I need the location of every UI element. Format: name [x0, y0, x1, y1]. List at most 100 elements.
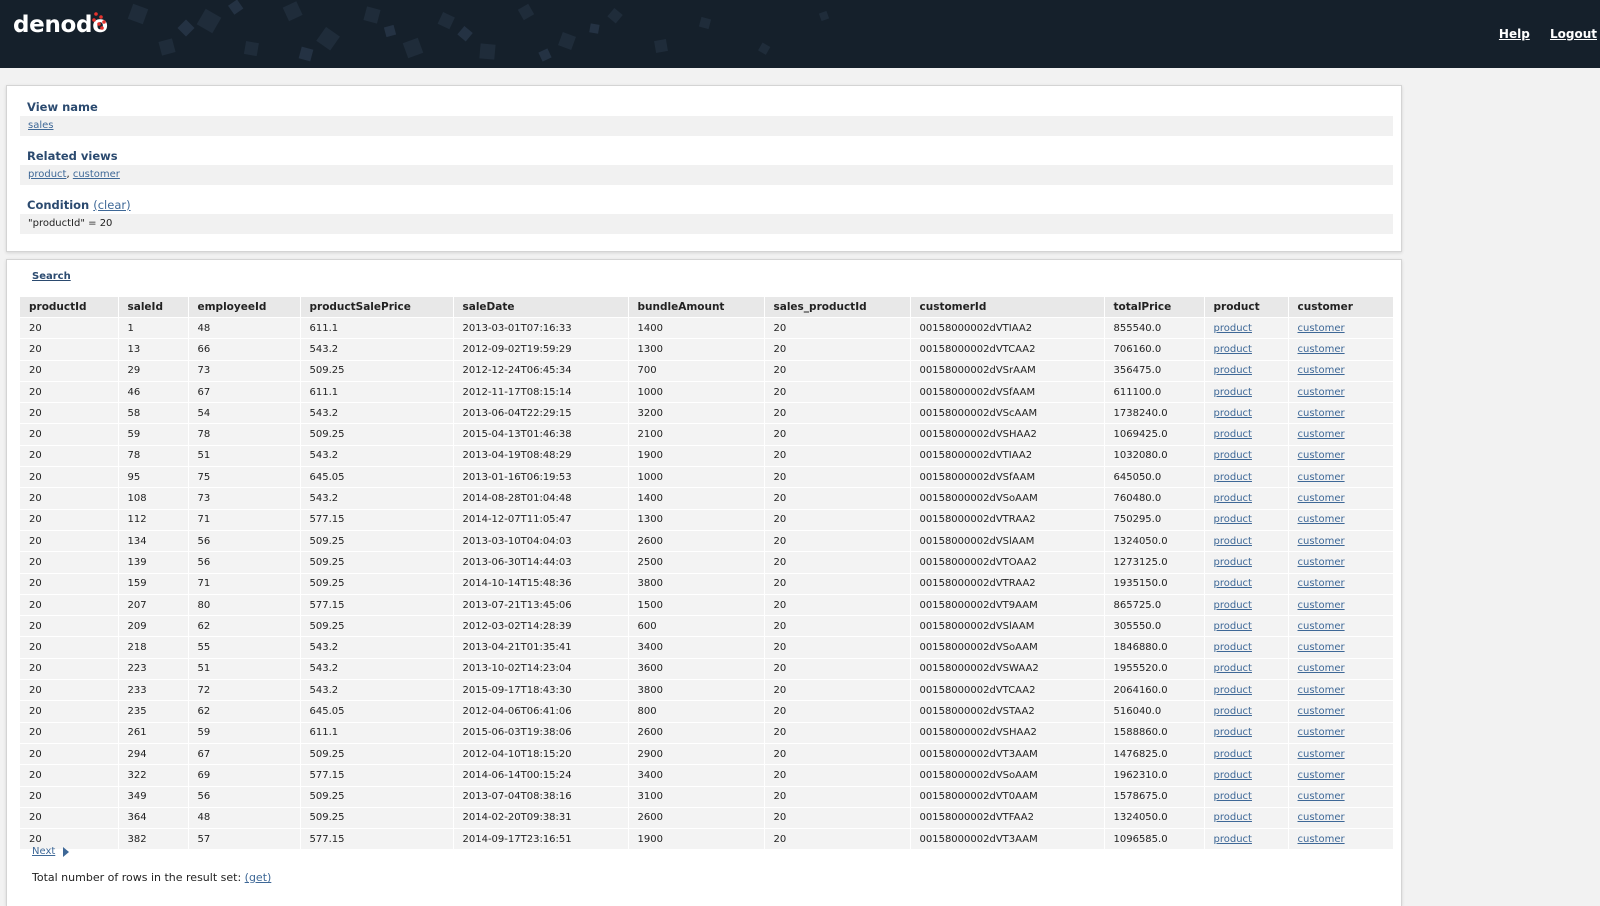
- cell-saleDate: 2013-03-10T04:04:03: [453, 529, 629, 552]
- product-link[interactable]: product: [1214, 472, 1252, 483]
- customer-link[interactable]: customer: [1298, 642, 1345, 653]
- search-link[interactable]: Search: [32, 271, 71, 282]
- cell-sales_productId: 20: [764, 742, 911, 765]
- related-view-product-link[interactable]: product: [28, 169, 66, 180]
- product-link[interactable]: product: [1214, 621, 1252, 632]
- cell-bundleAmount: 2600: [628, 721, 765, 744]
- cell-productSalePrice: 577.15: [300, 508, 454, 531]
- cell-saleId: 382: [118, 828, 189, 850]
- product-link[interactable]: product: [1214, 323, 1252, 334]
- logout-link[interactable]: Logout: [1550, 27, 1597, 41]
- customer-link[interactable]: customer: [1298, 791, 1345, 802]
- customer-link[interactable]: customer: [1298, 514, 1345, 525]
- cell-productId: 20: [20, 785, 119, 808]
- cell-saleId: 223: [118, 657, 189, 680]
- customer-link[interactable]: customer: [1298, 621, 1345, 632]
- customer-link[interactable]: customer: [1298, 472, 1345, 483]
- cell-employeeId: 71: [188, 572, 301, 595]
- cell-customer: customer: [1288, 466, 1394, 488]
- next-arrow-icon[interactable]: [63, 847, 69, 857]
- customer-link[interactable]: customer: [1298, 536, 1345, 547]
- cell-employeeId: 80: [188, 593, 301, 616]
- product-link[interactable]: product: [1214, 770, 1252, 781]
- cell-totalPrice: 1588860.0: [1104, 721, 1205, 744]
- customer-link[interactable]: customer: [1298, 365, 1345, 376]
- cell-saleId: 29: [118, 359, 189, 382]
- customer-link[interactable]: customer: [1298, 344, 1345, 355]
- cell-employeeId: 75: [188, 466, 301, 488]
- cell-saleId: 46: [118, 380, 189, 403]
- cell-bundleAmount: 800: [628, 700, 765, 723]
- related-views-bar: product, customer: [20, 165, 1393, 185]
- customer-link[interactable]: customer: [1298, 600, 1345, 611]
- product-link[interactable]: product: [1214, 578, 1252, 589]
- product-link[interactable]: product: [1214, 727, 1252, 738]
- product-link[interactable]: product: [1214, 429, 1252, 440]
- cell-saleDate: 2012-12-24T06:45:34: [453, 359, 629, 382]
- customer-link[interactable]: customer: [1298, 770, 1345, 781]
- cell-productId: 20: [20, 529, 119, 552]
- product-link[interactable]: product: [1214, 557, 1252, 568]
- customer-link[interactable]: customer: [1298, 727, 1345, 738]
- cell-productId: 20: [20, 593, 119, 616]
- customer-link[interactable]: customer: [1298, 429, 1345, 440]
- cell-bundleAmount: 1000: [628, 380, 765, 403]
- product-link[interactable]: product: [1214, 749, 1252, 760]
- product-link[interactable]: product: [1214, 408, 1252, 419]
- cell-product: product: [1204, 700, 1289, 723]
- cell-totalPrice: 305550.0: [1104, 615, 1205, 637]
- customer-link[interactable]: customer: [1298, 812, 1345, 823]
- customer-link[interactable]: customer: [1298, 493, 1345, 504]
- customer-link[interactable]: customer: [1298, 387, 1345, 398]
- next-page-link[interactable]: Next: [32, 846, 55, 857]
- cell-saleId: 78: [118, 444, 189, 467]
- product-link[interactable]: product: [1214, 706, 1252, 717]
- condition-clear-link[interactable]: (clear): [93, 198, 130, 212]
- product-link[interactable]: product: [1214, 685, 1252, 696]
- product-link[interactable]: product: [1214, 536, 1252, 547]
- customer-link[interactable]: customer: [1298, 450, 1345, 461]
- customer-link[interactable]: customer: [1298, 323, 1345, 334]
- product-link[interactable]: product: [1214, 663, 1252, 674]
- cell-productId: 20: [20, 764, 119, 787]
- cell-customerId: 00158000002dVTRAA2: [910, 508, 1105, 531]
- cell-saleDate: 2015-04-13T01:46:38: [453, 423, 629, 446]
- cell-product: product: [1204, 508, 1289, 531]
- product-link[interactable]: product: [1214, 344, 1252, 355]
- table-row: 20 59 78 509.25 2015-04-13T01:46:38 2100 20 001…: [20, 423, 1394, 446]
- table-row: 20 233 72 543.2 2015-09-17T18:43:30 3800 20 001…: [20, 679, 1394, 701]
- product-link[interactable]: product: [1214, 493, 1252, 504]
- results-header-row: productId saleId employeeId productSalePric…: [20, 297, 1394, 318]
- product-link[interactable]: product: [1214, 600, 1252, 611]
- customer-link[interactable]: customer: [1298, 663, 1345, 674]
- cell-employeeId: 59: [188, 721, 301, 744]
- product-link[interactable]: product: [1214, 791, 1252, 802]
- cell-productId: 20: [20, 679, 119, 701]
- related-view-customer-link[interactable]: customer: [73, 169, 120, 180]
- customer-link[interactable]: customer: [1298, 408, 1345, 419]
- product-link[interactable]: product: [1214, 834, 1252, 845]
- product-link[interactable]: product: [1214, 514, 1252, 525]
- cell-productSalePrice: 543.2: [300, 636, 454, 659]
- cell-product: product: [1204, 593, 1289, 616]
- customer-link[interactable]: customer: [1298, 749, 1345, 760]
- product-link[interactable]: product: [1214, 812, 1252, 823]
- product-link[interactable]: product: [1214, 387, 1252, 398]
- cell-bundleAmount: 3400: [628, 764, 765, 787]
- cell-saleDate: 2013-07-21T13:45:06: [453, 593, 629, 616]
- total-rows-get-link[interactable]: (get): [245, 871, 272, 884]
- customer-link[interactable]: customer: [1298, 834, 1345, 845]
- product-link[interactable]: product: [1214, 642, 1252, 653]
- customer-link[interactable]: customer: [1298, 578, 1345, 589]
- product-link[interactable]: product: [1214, 365, 1252, 376]
- help-link[interactable]: Help: [1499, 27, 1530, 41]
- product-link[interactable]: product: [1214, 450, 1252, 461]
- view-name-link[interactable]: sales: [28, 120, 53, 131]
- customer-link[interactable]: customer: [1298, 685, 1345, 696]
- cell-customer: customer: [1288, 828, 1394, 850]
- cell-customerId: 00158000002dVTRAA2: [910, 572, 1105, 595]
- cell-bundleAmount: 3800: [628, 679, 765, 701]
- customer-link[interactable]: customer: [1298, 557, 1345, 568]
- cell-bundleAmount: 1400: [628, 487, 765, 510]
- customer-link[interactable]: customer: [1298, 706, 1345, 717]
